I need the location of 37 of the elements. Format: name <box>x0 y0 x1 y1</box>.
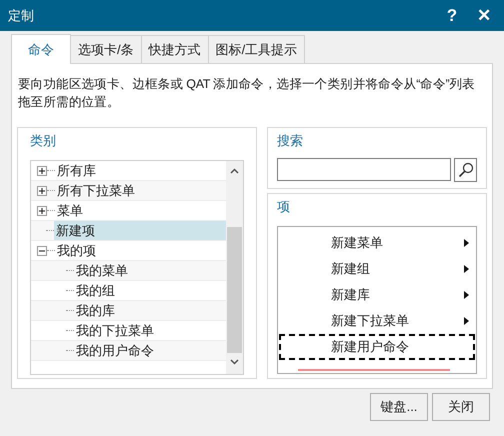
expand-toggle[interactable] <box>37 166 47 176</box>
minus-icon <box>39 248 45 254</box>
scroll-thumb[interactable] <box>227 227 242 353</box>
tree-item[interactable]: 我的下拉菜单 <box>74 321 226 340</box>
scroll-down-icon[interactable] <box>230 359 239 365</box>
group-label: 项 <box>277 198 291 216</box>
tree-item[interactable]: 我的组 <box>74 281 226 300</box>
list-item[interactable]: 新建菜单 <box>279 230 475 256</box>
list-item[interactable]: 新建用户命令 <box>279 334 475 360</box>
search-button[interactable] <box>454 158 477 182</box>
tree-item[interactable]: 菜单 <box>55 201 226 220</box>
tab[interactable]: 命令 <box>11 34 71 64</box>
plus-icon <box>39 188 45 194</box>
list-item[interactable]: 新建库 <box>279 282 475 308</box>
tree-item[interactable]: 所有库 <box>55 161 226 180</box>
tree-item[interactable]: 新建项 <box>54 221 226 240</box>
tree-item[interactable]: 我的项 <box>55 241 226 260</box>
plus-icon <box>39 168 45 174</box>
window-title: 定制 <box>8 6 35 25</box>
scroll-up-icon[interactable] <box>230 168 239 174</box>
expand-toggle[interactable] <box>37 186 47 196</box>
list-item[interactable]: 新建下拉菜单 <box>279 308 475 334</box>
expand-toggle[interactable] <box>37 206 47 216</box>
description: 要向功能区选项卡、边框条或 QAT 添加命令，选择一个类别并将命令从“命令”列表拖至所需的位置。 <box>17 76 476 111</box>
close-button[interactable]: ✕ <box>472 2 496 28</box>
scrollbar[interactable] <box>226 161 243 374</box>
collapse-toggle[interactable] <box>37 246 47 256</box>
list-item[interactable]: 新建组 <box>279 256 475 282</box>
tab[interactable]: 图标/工具提示 <box>208 35 306 63</box>
help-button[interactable]: ? <box>440 2 464 28</box>
dialog-button[interactable]: 关闭 <box>432 393 490 421</box>
search-icon <box>458 162 474 178</box>
group-label: 类别 <box>30 132 57 150</box>
dialog-button[interactable]: 键盘... <box>370 393 428 421</box>
plus-icon <box>39 208 45 214</box>
search-field[interactable] <box>277 158 451 181</box>
group-label: 搜索 <box>277 132 304 150</box>
